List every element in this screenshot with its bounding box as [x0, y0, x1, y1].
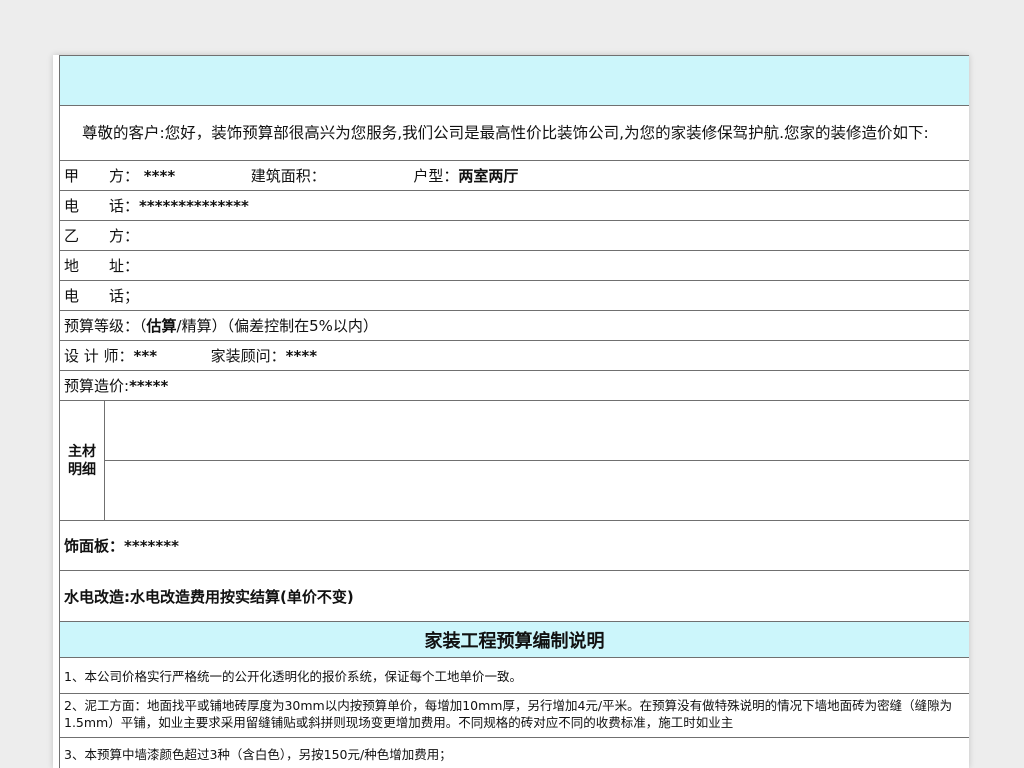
- header-band-row: [59, 55, 969, 106]
- consultant-value: ****: [285, 347, 318, 365]
- budget-level-rest: /精算）（偏差控制在5%以内）: [176, 317, 378, 335]
- note-3: 3、本预算中墙漆颜色超过3种（含白色），另按150元/种色增加费用；: [59, 737, 969, 768]
- plumbing-row: 水电改造:水电改造费用按实结算(单价不变): [59, 570, 969, 622]
- designer-row: 设 计 师：*** 家装顾问：****: [59, 340, 969, 371]
- party-a-row: 甲 方： **** 建筑面积： 户型：两室两厅: [59, 160, 969, 191]
- quotation-table: 尊敬的客户:您好，装饰预算部很高兴为您服务,我们公司是最高性价比装饰公司,为您的…: [59, 55, 969, 768]
- section-title: 家装工程预算编制说明: [59, 621, 969, 658]
- section-title-row: 家装工程预算编制说明: [59, 621, 969, 658]
- designer-value: ***: [133, 347, 158, 365]
- layout-label: 户型：: [413, 167, 459, 185]
- greeting-text: 尊敬的客户:您好，装饰预算部很高兴为您服务,我们公司是最高性价比装饰公司,为您的…: [82, 124, 929, 142]
- budget-level-estimate: 估算: [146, 317, 177, 335]
- main-material-label: 主材明细: [68, 443, 96, 478]
- note-row-1: 1、本公司价格实行严格统一的公开化透明化的报价系统，保证每个工地单价一致。: [59, 657, 969, 694]
- designer-label: 设 计 师：: [64, 347, 134, 365]
- address-label: 地 址：: [64, 257, 140, 275]
- party-b-label: 乙 方：: [64, 227, 140, 245]
- spreadsheet-page: 尊敬的客户:您好，装饰预算部很高兴为您服务,我们公司是最高性价比装饰公司,为您的…: [53, 55, 969, 768]
- panel-label: 饰面板：: [64, 537, 125, 555]
- main-material-cell-1: [104, 400, 969, 461]
- party-a-value: ****: [143, 167, 176, 185]
- budget-cost-value: *****: [129, 377, 169, 395]
- budget-level-row: 预算等级：（估算/精算）（偏差控制在5%以内）: [59, 310, 969, 341]
- phone-a-value: **************: [139, 197, 249, 215]
- note-row-2: 2、泥工方面：地面找平或铺地砖厚度为30mm以内按预算单价，每增加10mm厚，另…: [59, 693, 969, 738]
- main-material-row-1: 主材明细: [59, 400, 969, 521]
- party-b-row: 乙 方：: [59, 220, 969, 251]
- main-material-row-2: [60, 460, 969, 521]
- note-1: 1、本公司价格实行严格统一的公开化透明化的报价系统，保证每个工地单价一致。: [59, 657, 969, 694]
- budget-cost-row: 预算造价:*****: [59, 370, 969, 401]
- greeting-row: 尊敬的客户:您好，装饰预算部很高兴为您服务,我们公司是最高性价比装饰公司,为您的…: [59, 105, 969, 161]
- party-a-label: 甲 方：: [64, 167, 140, 185]
- phone-b-label: 电 话；: [64, 287, 140, 305]
- budget-cost-label: 预算造价:: [64, 377, 130, 395]
- address-row: 地 址：: [59, 250, 969, 281]
- layout-value: 两室两厅: [458, 167, 519, 185]
- consultant-label: 家装顾问：: [210, 347, 286, 365]
- phone-b-row: 电 话；: [59, 280, 969, 311]
- panel-value: *******: [124, 537, 179, 555]
- main-material-cell-2: [104, 460, 969, 521]
- note-2: 2、泥工方面：地面找平或铺地砖厚度为30mm以内按预算单价，每增加10mm厚，另…: [59, 693, 969, 738]
- area-label: 建筑面积：: [250, 167, 326, 185]
- note-row-3: 3、本预算中墙漆颜色超过3种（含白色），另按150元/种色增加费用；: [59, 737, 969, 768]
- header-band: [59, 55, 969, 106]
- phone-a-row: 电 话：**************: [59, 190, 969, 221]
- panel-row: 饰面板：*******: [59, 520, 969, 571]
- budget-level-label: 预算等级：（: [64, 317, 147, 335]
- phone-a-label: 电 话：: [64, 197, 140, 215]
- plumbing-text: 水电改造:水电改造费用按实结算(单价不变): [59, 570, 969, 622]
